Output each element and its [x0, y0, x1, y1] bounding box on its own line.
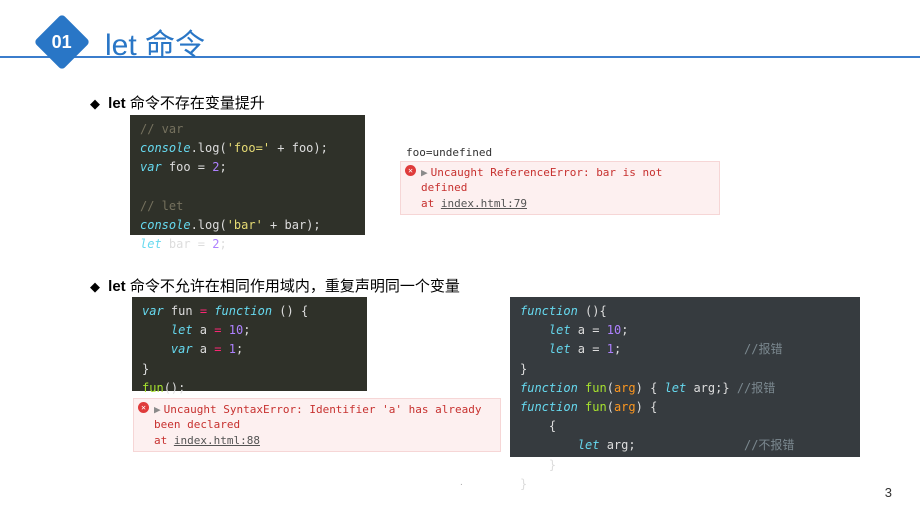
console-log-line: foo=undefined — [400, 144, 720, 161]
console-output-1: foo=undefined ✕ ▶Uncaught ReferenceError… — [400, 144, 720, 215]
page-number: 3 — [885, 485, 892, 500]
code-block-redeclare-left: var fun = function () { let a = 10; var … — [132, 297, 367, 391]
error-at: at — [154, 434, 174, 447]
console-error-line: ✕ ▶Uncaught ReferenceError: bar is not d… — [400, 161, 720, 215]
diamond-icon: ◆ — [90, 96, 100, 111]
bullet-2-keyword: let — [108, 278, 126, 295]
bullet-2-text: 命令不允许在相同作用域内，重复声明同一个变量 — [126, 278, 460, 295]
error-icon: ✕ — [405, 165, 416, 176]
slide-title: let 命令 — [105, 20, 205, 64]
arrow-icon: ▶ — [421, 166, 428, 179]
bullet-1-text: 命令不存在变量提升 — [126, 95, 265, 112]
section-badge: 01 — [34, 14, 91, 71]
error-icon: ✕ — [138, 402, 149, 413]
error-message: Uncaught SyntaxError: Identifier 'a' has… — [154, 403, 482, 431]
console-error-line: ✕ ▶Uncaught SyntaxError: Identifier 'a' … — [133, 398, 501, 452]
diamond-icon: ◆ — [90, 279, 100, 294]
code-block-hoisting: // var console.log('foo=' + foo); var fo… — [130, 115, 365, 235]
footer-dot: . — [460, 477, 463, 488]
bullet-point-2: ◆ let 命令不允许在相同作用域内，重复声明同一个变量 — [90, 275, 460, 296]
bullet-point-1: ◆ let 命令不存在变量提升 — [90, 92, 265, 113]
error-source-link[interactable]: index.html:79 — [441, 197, 527, 210]
bullet-1-keyword: let — [108, 95, 126, 112]
error-source-link[interactable]: index.html:88 — [174, 434, 260, 447]
badge-number: 01 — [52, 32, 72, 53]
console-output-2: ✕ ▶Uncaught SyntaxError: Identifier 'a' … — [133, 398, 501, 452]
arrow-icon: ▶ — [154, 403, 161, 416]
code-block-redeclare-right: function (){ let a = 10; let a = 1; //报错… — [510, 297, 860, 457]
error-message: Uncaught ReferenceError: bar is not defi… — [421, 166, 662, 194]
error-at: at — [421, 197, 441, 210]
